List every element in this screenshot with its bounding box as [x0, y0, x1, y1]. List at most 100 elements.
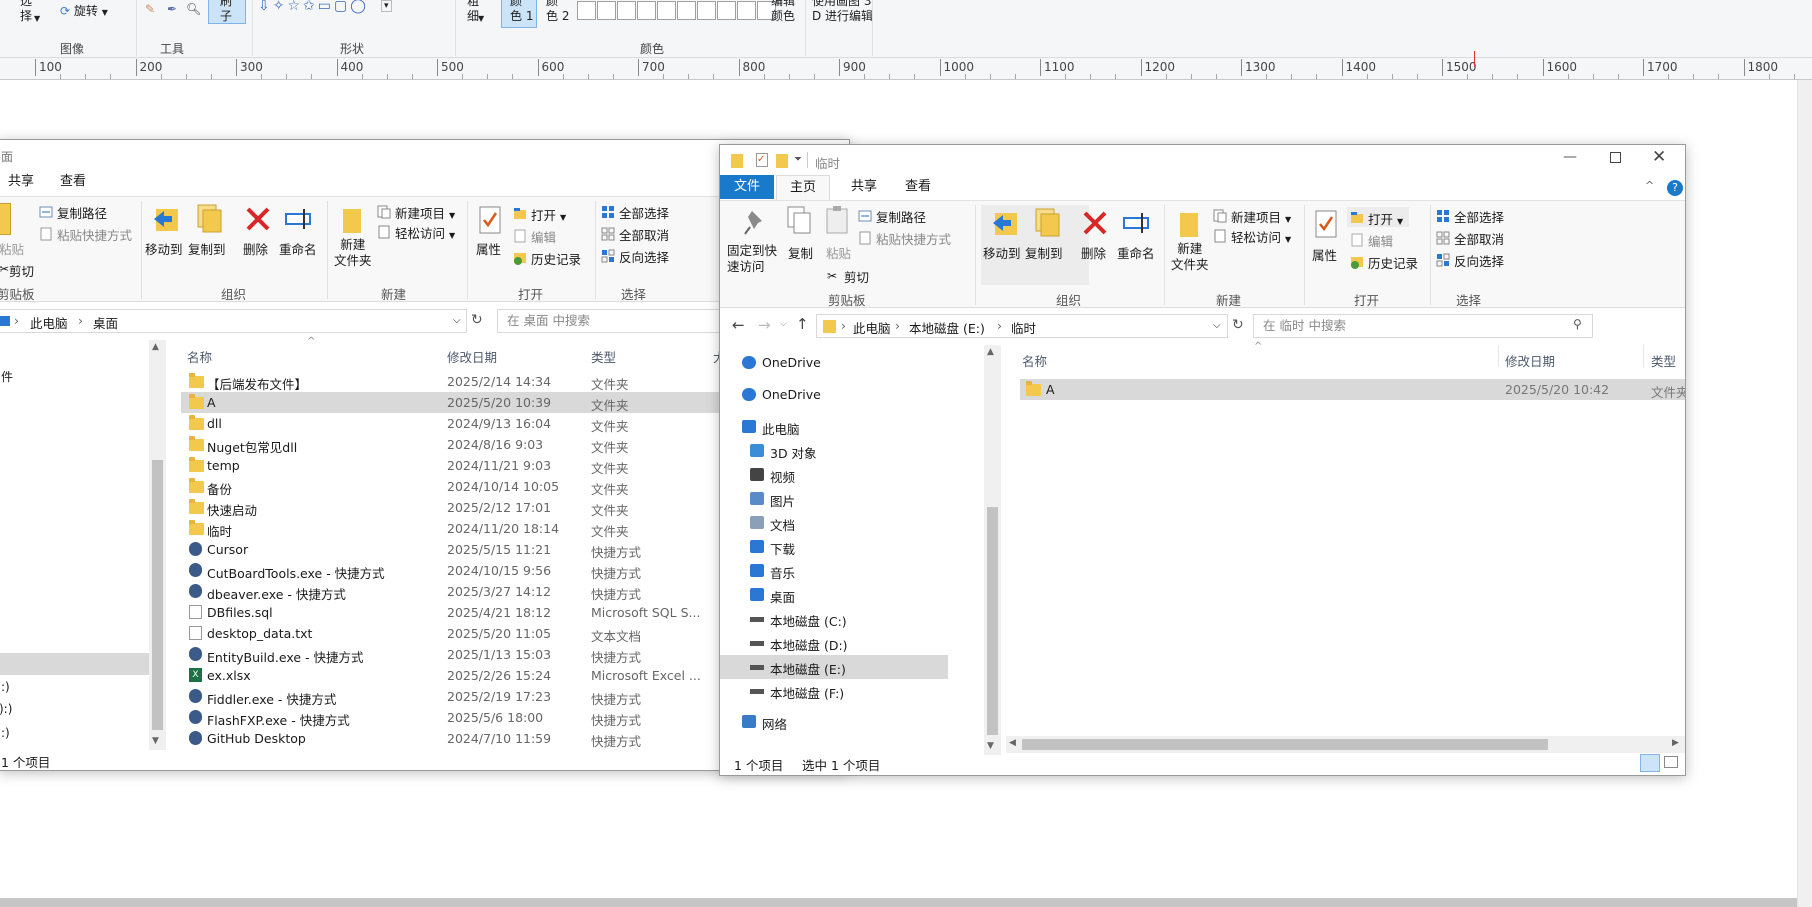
- select-all-button[interactable]: 全部选择: [1454, 207, 1504, 226]
- color-swatch[interactable]: [657, 1, 676, 20]
- edit-button[interactable]: 编辑: [1368, 231, 1393, 250]
- column-type[interactable]: 类型: [1651, 351, 1676, 370]
- cut-button[interactable]: 剪切: [9, 261, 34, 280]
- color-swatch[interactable]: [617, 1, 636, 20]
- back-button[interactable]: ←: [732, 316, 745, 334]
- properties-icon[interactable]: [477, 205, 505, 235]
- details-view-icon[interactable]: [1640, 754, 1660, 772]
- nav-item[interactable]: 桌面: [720, 583, 948, 607]
- large-icons-view-icon[interactable]: [1664, 756, 1678, 768]
- scroll-right-icon[interactable]: ▶: [1672, 738, 1679, 748]
- properties-icon[interactable]: [1313, 209, 1341, 239]
- copy-to-button[interactable]: 复制到: [1025, 243, 1063, 262]
- horizontal-scrollbar[interactable]: ◀ ▶: [1006, 736, 1685, 753]
- cut-button[interactable]: 剪切: [844, 267, 869, 286]
- invert-selection-button[interactable]: 反向选择: [1454, 251, 1504, 270]
- breadcrumb-this-pc[interactable]: 此电脑: [853, 318, 891, 337]
- column-name[interactable]: 名称: [1022, 351, 1047, 370]
- copy-icon[interactable]: [786, 205, 814, 235]
- breadcrumb-temp[interactable]: 临时: [1011, 318, 1036, 337]
- color-swatch[interactable]: [577, 1, 596, 20]
- nav-item-drive[interactable]: :): [1, 726, 10, 740]
- color-swatch[interactable]: [737, 1, 756, 20]
- scroll-down-icon[interactable]: ▼: [987, 741, 994, 751]
- horizontal-scrollbar[interactable]: [0, 898, 1797, 907]
- nav-item[interactable]: 音乐: [720, 559, 948, 583]
- nav-item[interactable]: 网络: [720, 710, 948, 734]
- nav-item[interactable]: 下载: [720, 535, 948, 559]
- column-date[interactable]: 修改日期: [1505, 351, 1555, 370]
- properties-button[interactable]: 属性: [476, 239, 501, 258]
- paste-button[interactable]: 粘贴: [826, 243, 851, 262]
- color2-button[interactable]: 颜 色 2: [546, 0, 569, 24]
- nav-scrollbar[interactable]: ▲ ▼: [149, 340, 166, 750]
- color-picker-icon[interactable]: ✒: [167, 2, 177, 16]
- breadcrumb-desktop[interactable]: 桌面: [93, 313, 118, 332]
- color-swatch[interactable]: [717, 1, 736, 20]
- nav-scrollbar[interactable]: ▲ ▼: [984, 345, 1001, 755]
- paste-shortcut-button[interactable]: 粘贴快捷方式: [876, 229, 951, 248]
- color-swatch[interactable]: [597, 1, 616, 20]
- delete-icon[interactable]: [1081, 209, 1109, 239]
- tab-file[interactable]: 文件: [720, 175, 774, 199]
- close-button[interactable]: ✕: [1652, 147, 1666, 167]
- nav-item[interactable]: OneDrive: [720, 351, 948, 375]
- new-folder-button[interactable]: 新建 文件夹: [334, 237, 372, 269]
- copy-to-icon[interactable]: [194, 203, 222, 233]
- magnifier-icon[interactable]: 🔍︎: [186, 2, 201, 16]
- recent-locations-icon[interactable]: ⌵: [780, 319, 787, 329]
- edit-colors-button[interactable]: 编辑 颜色: [771, 0, 795, 24]
- customize-toolbar-icon[interactable]: ⏷: [794, 154, 802, 165]
- new-folder-button[interactable]: 新建 文件夹: [1171, 241, 1209, 273]
- tab-view[interactable]: 查看: [47, 170, 99, 194]
- easy-access-button[interactable]: 轻松访问 ▼: [395, 223, 455, 242]
- new-item-button[interactable]: 新建项目 ▼: [1231, 207, 1291, 226]
- help-icon[interactable]: ?: [1667, 180, 1683, 196]
- nav-item[interactable]: 图片: [720, 487, 948, 511]
- nav-item-drive[interactable]: ):): [0, 702, 12, 716]
- shapes-gallery[interactable]: ⇩✧☆✩▭▢◯: [258, 0, 369, 14]
- easy-access-button[interactable]: 轻松访问 ▼: [1231, 227, 1291, 246]
- nav-item[interactable]: 本地磁盘 (D:): [720, 631, 948, 655]
- rename-button[interactable]: 重命名: [279, 239, 317, 258]
- nav-item[interactable]: 本地磁盘 (E:): [720, 655, 948, 679]
- breadcrumb-this-pc[interactable]: 此电脑: [30, 313, 68, 332]
- move-to-button[interactable]: 移动到: [145, 239, 183, 258]
- nav-item-selected[interactable]: [0, 653, 149, 675]
- color-swatch[interactable]: [697, 1, 716, 20]
- chevron-down-icon[interactable]: ⌵: [1213, 320, 1221, 331]
- paste-shortcut-button[interactable]: 粘贴快捷方式: [57, 225, 132, 244]
- nav-item[interactable]: 3D 对象: [720, 439, 948, 463]
- select-dropdown-icon[interactable]: ▼: [34, 14, 40, 23]
- minimize-button[interactable]: —: [1563, 149, 1577, 165]
- copy-path-button[interactable]: 复制路径: [57, 203, 107, 222]
- address-bar[interactable]: › 此电脑 › 桌面 ⌵: [0, 309, 467, 333]
- paste-icon[interactable]: [0, 203, 11, 235]
- nav-item-drive[interactable]: :): [1, 680, 10, 694]
- breadcrumb-drive-e[interactable]: 本地磁盘 (E:): [909, 318, 985, 337]
- nav-item[interactable]: 本地磁盘 (F:): [720, 679, 948, 703]
- address-bar[interactable]: › 此电脑 › 本地磁盘 (E:) › 临时 ⌵: [816, 314, 1228, 338]
- column-type[interactable]: 类型: [591, 347, 616, 366]
- invert-selection-button[interactable]: 反向选择: [619, 247, 669, 266]
- shapes-more-icon[interactable]: ▾: [381, 0, 392, 12]
- nav-item[interactable]: 文档: [720, 511, 948, 535]
- select-all-button[interactable]: 全部选择: [619, 203, 669, 222]
- nav-item[interactable]: 本地磁盘 (C:): [720, 607, 948, 631]
- nav-item[interactable]: 此电脑: [720, 415, 948, 439]
- paint3d-button[interactable]: 使用画图 3 D 进行编辑: [812, 0, 873, 24]
- scroll-up-icon[interactable]: ▲: [152, 342, 159, 352]
- copy-to-icon[interactable]: [1032, 207, 1060, 237]
- tab-view[interactable]: 查看: [892, 175, 944, 199]
- select-none-button[interactable]: 全部取消: [619, 225, 669, 244]
- history-button[interactable]: 历史记录: [531, 249, 581, 268]
- select-none-button[interactable]: 全部取消: [1454, 229, 1504, 248]
- history-button[interactable]: 历史记录: [1368, 253, 1418, 272]
- tab-share[interactable]: 共享: [838, 175, 890, 199]
- edit-button[interactable]: 编辑: [531, 227, 556, 246]
- new-folder-icon[interactable]: [339, 205, 367, 235]
- rotate-button[interactable]: ⟳ 旋转 ▼: [60, 2, 108, 19]
- tab-home[interactable]: 主页: [776, 175, 830, 200]
- delete-icon[interactable]: [244, 205, 272, 235]
- up-button[interactable]: ↑: [796, 315, 809, 333]
